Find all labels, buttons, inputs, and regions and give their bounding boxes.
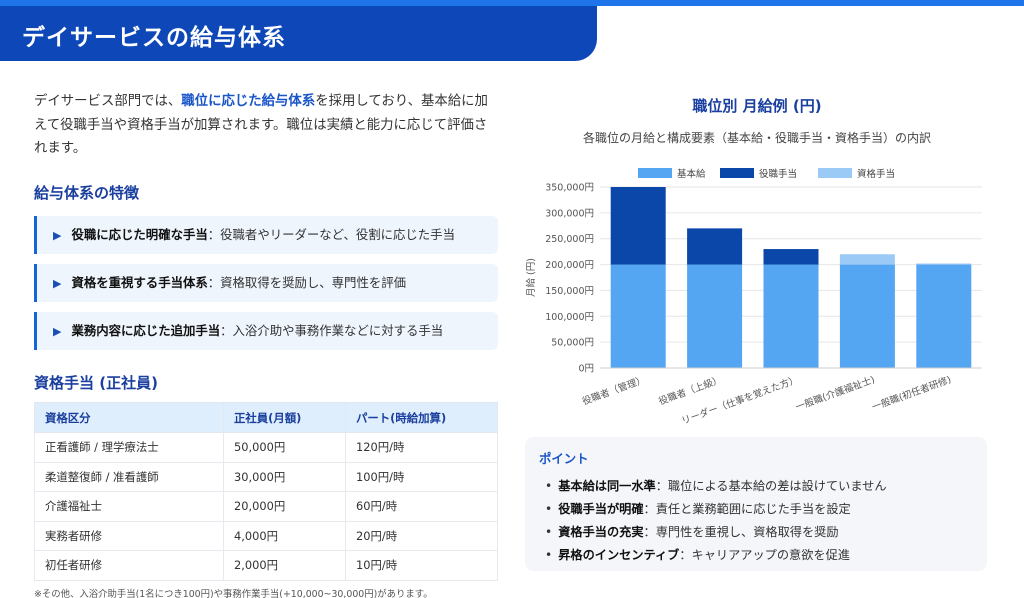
y-tick-label: 350,000円 (545, 183, 594, 194)
point-bold: 資格手当の充実 (558, 525, 644, 539)
chart-title: 職位別 月給例 (円) (692, 97, 822, 115)
y-tick-label: 250,000円 (545, 234, 594, 245)
points-list: 基本給は同一水準：職位による基本給の差は設けていません 役職手当が明確：責任と業… (539, 475, 973, 567)
legend-label: 役職手当 (759, 168, 797, 180)
y-tick-label: 0円 (578, 364, 594, 375)
bar-segment (763, 249, 819, 265)
table-cell: 正看護師 / 理学療法士 (34, 432, 224, 463)
point-bold: 役職手当が明確 (558, 502, 644, 516)
table-cell: 30,000円 (223, 461, 346, 492)
table-cell: 50,000円 (223, 432, 346, 463)
feature-text: ：入浴介助や事務作業などに対する手当 (220, 323, 444, 338)
intro-highlight: 職位に応じた給与体系 (181, 94, 316, 109)
legend-label: 資格手当 (857, 168, 895, 180)
table-cell: 100円/時 (345, 461, 498, 492)
table-cell: 60円/時 (345, 491, 498, 522)
point-bold: 昇格のインセンティブ (558, 548, 680, 562)
feature-text: ：役職者やリーダーなど、役割に応じた手当 (207, 227, 455, 242)
points-title: ポイント (539, 451, 589, 466)
bar-segment (916, 264, 972, 368)
qualification-table: 資格区分 正社員(月額) パート(時給加算) 正看護師 / 理学療法士 50,0… (34, 402, 498, 581)
table-cell: 10円/時 (345, 550, 498, 581)
table-header-cell: パート(時給加算) (345, 402, 498, 433)
x-tick-label: 役職者（管理） (581, 374, 648, 408)
table-cell: 初任者研修 (34, 550, 224, 581)
x-tick-label: 一般職(初任者研修) (870, 374, 952, 414)
bar-segment (687, 264, 743, 368)
intro-paragraph: デイサービス部門では、職位に応じた給与体系を採用しており、基本給に加えて役職手当… (34, 90, 498, 161)
table-row: 柔道整復師 / 准看護師 30,000円 100円/時 (34, 461, 498, 492)
feature-item: ▶ 資格を重視する手当体系：資格取得を奨励し、専門性を評価 (34, 264, 498, 302)
table-cell: 20円/時 (345, 520, 498, 551)
point-text: ：専門性を重視し、資格取得を奨励 (643, 525, 839, 539)
list-item: 昇格のインセンティブ：キャリアアップの意欲を促進 (539, 544, 973, 567)
legend-label: 基本給 (677, 168, 706, 180)
table-cell: 120円/時 (345, 432, 498, 463)
left-column: デイサービス部門では、職位に応じた給与体系を採用しており、基本給に加えて役職手当… (34, 90, 498, 598)
list-item: 基本給は同一水準：職位による基本給の差は設けていません (539, 475, 973, 498)
y-tick-label: 150,000円 (545, 286, 594, 297)
y-tick-label: 100,000円 (545, 312, 594, 323)
point-bold: 基本給は同一水準 (558, 479, 656, 493)
points-box: ポイント 基本給は同一水準：職位による基本給の差は設けていません 役職手当が明確… (525, 437, 987, 571)
feature-bold: 資格を重視する手当体系 (71, 275, 208, 290)
y-axis-label: 月給 (円) (525, 258, 537, 297)
table-cell: 20,000円 (223, 491, 346, 522)
feature-text: ：資格取得を奨励し、専門性を評価 (207, 275, 407, 290)
bar-segment (687, 228, 743, 265)
triangle-right-icon: ▶ (53, 277, 62, 290)
table-row: 初任者研修 2,000円 10円/時 (34, 550, 498, 581)
footnote: ※その他、入浴介助手当(1名につき100円)や事務作業手当(+10,000~30… (34, 589, 433, 598)
bar-segment (610, 187, 666, 265)
x-tick-label: 役職者（上級） (657, 374, 724, 408)
point-text: ：キャリアアップの意欲を促進 (679, 548, 850, 562)
features-title: 給与体系の特徴 (34, 184, 140, 202)
triangle-right-icon: ▶ (53, 325, 62, 338)
title-bar: デイサービスの給与体系 (0, 6, 597, 61)
table-cell: 4,000円 (223, 520, 346, 551)
table-header-cell: 資格区分 (34, 402, 224, 433)
feature-bold: 業務内容に応じた追加手当 (71, 323, 221, 338)
table-cell: 実務者研修 (34, 520, 224, 551)
chart-subtitle: 各職位の月給と構成要素（基本給・役職手当・資格手当）の内訳 (582, 131, 931, 145)
y-tick-label: 200,000円 (545, 260, 594, 271)
bar-segment (839, 254, 895, 265)
salary-bar-chart: 0円 50,000円 100,000円 150,000円 200,000円 250,000… (525, 168, 982, 427)
qualification-title: 資格手当 (正社員) (34, 374, 158, 392)
bar-segment (763, 264, 819, 368)
point-text: ：責任と業務範囲に応じた手当を設定 (643, 502, 851, 516)
legend-swatch (638, 168, 672, 178)
table-row: 正看護師 / 理学療法士 50,000円 120円/時 (34, 432, 498, 463)
x-tick-label: 一般職(介護福祉士) (794, 374, 876, 414)
feature-item: ▶ 役職に応じた明確な手当：役職者やリーダーなど、役割に応じた手当 (34, 216, 498, 254)
feature-bold: 役職に応じた明確な手当 (71, 227, 208, 242)
list-item: 資格手当の充実：専門性を重視し、資格取得を奨励 (539, 521, 973, 544)
bar-segment (839, 264, 895, 368)
table-row: 実務者研修 4,000円 20円/時 (34, 520, 498, 551)
y-tick-label: 50,000円 (551, 338, 594, 349)
table-header-row: 資格区分 正社員(月額) パート(時給加算) (34, 402, 498, 433)
table-cell: 柔道整復師 / 准看護師 (34, 461, 224, 492)
triangle-right-icon: ▶ (53, 229, 62, 242)
page-title: デイサービスの給与体系 (22, 25, 286, 51)
legend-swatch (818, 168, 852, 178)
bar-segment (916, 263, 972, 265)
feature-item: ▶ 業務内容に応じた追加手当：入浴介助や事務作業などに対する手当 (34, 312, 498, 350)
point-text: ：職位による基本給の差は設けていません (655, 479, 887, 493)
table-row: 介護福祉士 20,000円 60円/時 (34, 491, 498, 522)
legend-swatch (720, 168, 754, 178)
y-tick-label: 300,000円 (545, 208, 594, 219)
table-header-cell: 正社員(月額) (223, 402, 346, 433)
list-item: 役職手当が明確：責任と業務範囲に応じた手当を設定 (539, 498, 973, 521)
table-cell: 介護福祉士 (34, 491, 224, 522)
bar-segment (610, 264, 666, 368)
table-cell: 2,000円 (223, 550, 346, 581)
intro-text-pre: デイサービス部門では、 (34, 94, 182, 109)
